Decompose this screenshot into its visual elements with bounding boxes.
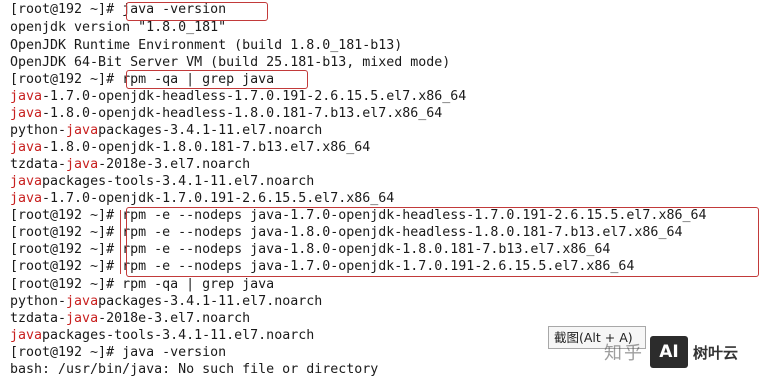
package-suffix: -1.8.0-openjdk-headless-1.8.0.181-7.b13.… [42,106,443,121]
package-prefix: python- [10,123,67,138]
prompt: [root@192 ~]# [10,72,123,87]
package-line: java-1.7.0-openjdk-headless-1.7.0.191-2.… [10,88,466,105]
package-suffix: packages-tools-3.4.1-11.el7.noarch [42,174,315,189]
match-highlight: java [10,174,43,189]
prompt: [root@192 ~]# [10,208,123,223]
package-line: tzdata-java-2018e-3.el7.noarch [10,310,250,327]
annotation-box-java-version [126,2,268,21]
package-suffix: packages-3.4.1-11.el7.noarch [98,294,323,309]
prompt: [root@192 ~]# [10,259,123,274]
match-highlight: java [10,328,43,343]
package-suffix: -2018e-3.el7.noarch [98,311,251,326]
package-suffix: packages-tools-3.4.1-11.el7.noarch [42,328,315,343]
package-line: java-1.8.0-openjdk-1.8.0.181-7.b13.el7.x… [10,139,370,156]
terminal-line: [root@192 ~]# rpm -qa | grep java [10,276,274,293]
package-prefix: python- [10,294,67,309]
package-suffix: -1.7.0-openjdk-1.7.0.191-2.6.15.5.el7.x8… [42,191,395,206]
match-highlight: java [66,294,99,309]
terminal-line: OpenJDK 64-Bit Server VM (build 25.181-b… [10,55,451,70]
package-prefix: tzdata- [10,157,67,172]
terminal-line: openjdk version "1.8.0_181" [10,20,227,35]
package-suffix: -2018e-3.el7.noarch [98,157,251,172]
zhihu-watermark-text: 知乎 [604,343,644,364]
annotation-box-rpm-query [126,70,308,89]
prompt: [root@192 ~]# [10,345,123,360]
match-highlight: java [66,157,99,172]
match-highlight: java [10,106,43,121]
brand-watermark-text: 树叶云 [693,343,739,362]
terminal-line: [root@192 ~]# java -version [10,344,226,361]
match-highlight: java [10,140,43,155]
match-highlight: java [66,311,99,326]
package-suffix: -1.7.0-openjdk-headless-1.7.0.191-2.6.15… [42,89,467,104]
prompt: [root@192 ~]# [10,277,123,292]
match-highlight: java [10,89,43,104]
terminal-line: OpenJDK Runtime Environment (build 1.8.0… [10,38,403,53]
annotation-box-rpm-erase-edge [120,210,122,274]
package-line: python-javapackages-3.4.1-11.el7.noarch [10,122,322,139]
package-line: java-1.8.0-openjdk-headless-1.8.0.181-7.… [10,105,442,122]
package-line: javapackages-tools-3.4.1-11.el7.noarch [10,327,314,344]
ai-logo-text: AI [659,342,679,362]
prompt: [root@192 ~]# [10,225,123,240]
watermark: 知乎 AI 树叶云 [604,332,738,372]
package-line: tzdata-java-2018e-3.el7.noarch [10,156,250,173]
terminal-window[interactable]: [root@192 ~]# java -version openjdk vers… [0,0,769,380]
match-highlight: java [10,191,43,206]
package-suffix: -1.8.0-openjdk-1.8.0.181-7.b13.el7.x86_6… [42,140,371,155]
prompt: [root@192 ~]# [10,242,123,257]
prompt: [root@192 ~]# [10,2,123,17]
package-prefix: tzdata- [10,311,67,326]
package-line: java-1.7.0-openjdk-1.7.0.191-2.6.15.5.el… [10,190,394,207]
command: java -version [122,345,227,360]
package-line: python-javapackages-3.4.1-11.el7.noarch [10,293,322,310]
ai-logo-icon: AI [650,336,688,368]
command: rpm -qa | grep java [122,277,275,292]
annotation-box-rpm-erase [126,207,759,277]
terminal-line: bash: /usr/bin/java: No such file or dir… [10,362,379,377]
package-line: javapackages-tools-3.4.1-11.el7.noarch [10,173,314,190]
package-suffix: packages-3.4.1-11.el7.noarch [98,123,323,138]
match-highlight: java [66,123,99,138]
